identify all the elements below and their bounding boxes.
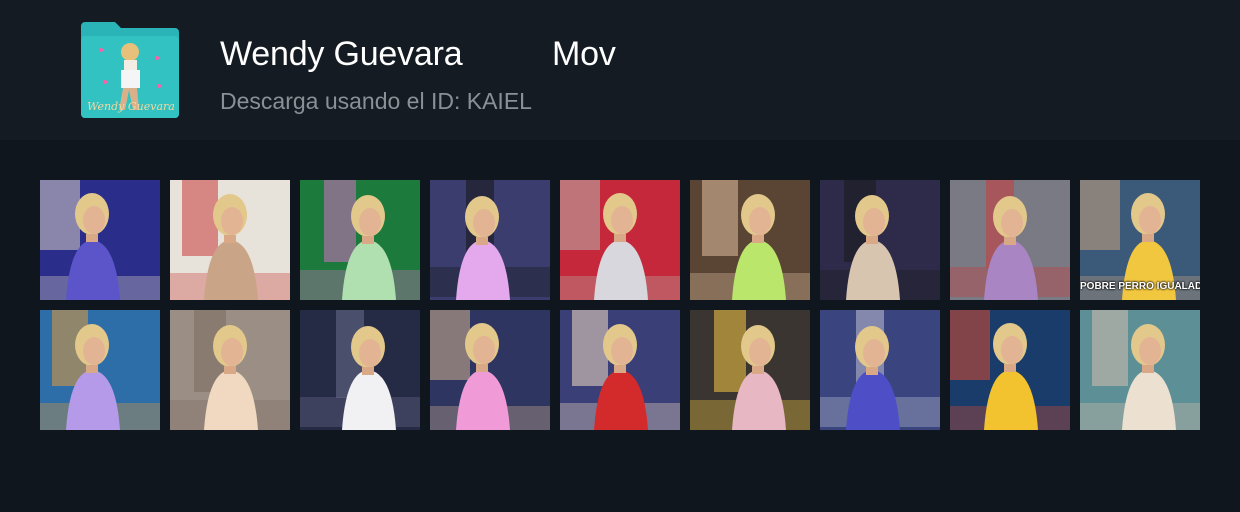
thumbnail-image (430, 180, 550, 300)
gif-thumbnail[interactable] (430, 310, 550, 430)
thumbnail-image (560, 310, 680, 430)
gif-thumbnail[interactable] (300, 310, 420, 430)
thumbnail-image (170, 180, 290, 300)
thumbnail-image (430, 310, 550, 430)
gif-thumbnail[interactable] (820, 180, 940, 300)
thumbnail-image (950, 180, 1070, 300)
gif-thumbnail[interactable] (40, 310, 160, 430)
title-row: Wendy Guevara Mov (220, 32, 616, 76)
gif-thumbnail[interactable] (560, 310, 680, 430)
page-title: Wendy Guevara (220, 34, 463, 73)
gif-thumbnail[interactable] (690, 180, 810, 300)
thumbnail-image (560, 180, 680, 300)
thumbnail-image (820, 180, 940, 300)
thumbnail-grid: POBRE PERRO IGUALADO (40, 180, 1200, 430)
file-type-label: Mov (552, 34, 616, 73)
gif-thumbnail[interactable] (170, 180, 290, 300)
gif-thumbnail[interactable] (1080, 310, 1200, 430)
thumbnail-image (950, 310, 1070, 430)
thumbnail-image (820, 310, 940, 430)
thumbnail-image (300, 180, 420, 300)
thumbnail-image (300, 310, 420, 430)
download-id-subtitle: Descarga usando el ID: KAIEL (220, 88, 532, 114)
gif-thumbnail[interactable]: POBRE PERRO IGUALADO (1080, 180, 1200, 300)
gif-thumbnail[interactable] (690, 310, 810, 430)
folder-icon-lettering: Wendy Guevara (87, 100, 175, 113)
thumbnail-image (690, 310, 810, 430)
thumbnail-image (40, 180, 160, 300)
folder-icon[interactable]: Wendy Guevara (81, 20, 179, 118)
gif-thumbnail[interactable] (560, 180, 680, 300)
gif-thumbnail[interactable] (950, 310, 1070, 430)
thumbnail-image (1080, 310, 1200, 430)
gif-thumbnail[interactable] (950, 180, 1070, 300)
gif-thumbnail[interactable] (40, 180, 160, 300)
header-bar: Wendy Guevara Wendy Guevara Mov Descarga… (0, 0, 1240, 140)
gif-thumbnail[interactable] (300, 180, 420, 300)
thumbnail-image (170, 310, 290, 430)
gif-thumbnail[interactable] (430, 180, 550, 300)
thumbnail-caption: POBRE PERRO IGUALADO (1080, 281, 1200, 292)
gif-thumbnail[interactable] (820, 310, 940, 430)
thumbnail-image (40, 310, 160, 430)
thumbnail-image (690, 180, 810, 300)
gif-thumbnail[interactable] (170, 310, 290, 430)
